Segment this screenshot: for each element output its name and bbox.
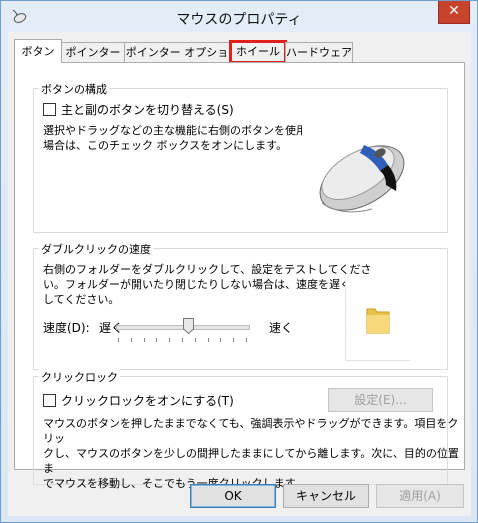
desc-line: してください。 bbox=[43, 293, 120, 306]
cancel-button[interactable]: キャンセル bbox=[283, 484, 369, 508]
tab-pointers[interactable]: ポインター bbox=[61, 42, 125, 62]
mouse-illustration bbox=[302, 113, 413, 226]
checkbox-box[interactable] bbox=[43, 103, 56, 116]
desc-line: い。フォルダーが開いたり閉じたりしない場合は、速度を遅く bbox=[43, 278, 351, 291]
speed-slider-thumb[interactable] bbox=[183, 318, 195, 334]
desc-line: 場合は、このチェック ボックスをオンにします。 bbox=[43, 139, 288, 152]
click-lock-settings-button[interactable]: 設定(E)... bbox=[328, 388, 433, 412]
tab-panel: ボタンの構成 主と副のボタンを切り替える(S) 選択やドラッグなどの主な機能に右… bbox=[14, 62, 465, 490]
slider-tick bbox=[130, 338, 132, 342]
close-icon: ✕ bbox=[448, 3, 460, 19]
slider-tick bbox=[194, 338, 196, 342]
slider-tick bbox=[246, 338, 247, 342]
tab-buttons[interactable]: ボタン bbox=[14, 39, 62, 63]
speed-label: 速度(D): bbox=[43, 321, 90, 335]
tab-hardware[interactable]: ハードウェア bbox=[285, 42, 353, 62]
desc-line: 選択やドラッグなどの主な機能に右側のボタンを使用する bbox=[43, 124, 329, 137]
click-lock-label: クリックロックをオンにする(T) bbox=[61, 394, 234, 408]
dialog-client: ボタン ポインター ポインター オプション ホイール ハードウェア ボタンの構成… bbox=[8, 32, 471, 516]
slider-tick bbox=[169, 338, 171, 342]
click-lock-desc: マウスのボタンを押したままでなくても、強調表示やドラッグができます。項目をクリッ… bbox=[43, 416, 464, 491]
title-bar[interactable]: マウスのプロパティ ✕ bbox=[1, 1, 477, 33]
slider-tick bbox=[233, 338, 235, 342]
switch-buttons-label: 主と副のボタンを切り替える(S) bbox=[61, 103, 234, 117]
mouse-properties-window: マウスのプロパティ ✕ ボタン ポインター ポインター オプション ホイール ハ… bbox=[0, 0, 478, 523]
double-click-title: ダブルクリックの速度 bbox=[39, 241, 153, 257]
click-lock-checkbox[interactable]: クリックロックをオンにする(T) bbox=[43, 392, 234, 409]
slider-tick bbox=[207, 338, 209, 342]
tab-pointer-options[interactable]: ポインター オプション bbox=[124, 42, 230, 78]
click-lock-title: クリックロック bbox=[39, 369, 120, 385]
fast-label: 速く bbox=[269, 321, 294, 335]
window-title: マウスのプロパティ bbox=[176, 12, 302, 28]
folder-icon[interactable] bbox=[365, 305, 391, 335]
double-click-desc: 右側のフォルダーをダブルクリックして、設定をテストしてくださ い。フォルダーが開… bbox=[43, 262, 371, 307]
button-config-desc: 選択やドラッグなどの主な機能に右側のボタンを使用する 場合は、このチェック ボッ… bbox=[43, 123, 329, 153]
desc-line: マウスのボタンを押したままでなくても、強調表示やドラッグができます。項目をクリッ bbox=[43, 417, 459, 445]
slider-tick bbox=[143, 338, 145, 342]
checkbox-box[interactable] bbox=[43, 394, 56, 407]
slider-tick bbox=[156, 338, 158, 342]
switch-buttons-checkbox[interactable]: 主と副のボタンを切り替える(S) bbox=[43, 101, 234, 118]
test-folder-area[interactable] bbox=[345, 279, 410, 361]
tab-wheel[interactable]: ホイール bbox=[229, 40, 287, 64]
button-config-title: ボタンの構成 bbox=[39, 81, 109, 97]
ok-button[interactable]: OK bbox=[190, 484, 276, 508]
slider-tick bbox=[118, 338, 119, 342]
close-button[interactable]: ✕ bbox=[438, 1, 470, 24]
desc-line: 右側のフォルダーをダブルクリックして、設定をテストしてくださ bbox=[43, 263, 372, 276]
slider-tick bbox=[220, 338, 222, 342]
apply-button[interactable]: 適用(A) bbox=[376, 484, 464, 508]
desc-line: クし、マウスのボタンを少しの間押したままにしてから離します。次に、目的の位置ま bbox=[43, 447, 459, 475]
slider-tick bbox=[182, 338, 183, 342]
